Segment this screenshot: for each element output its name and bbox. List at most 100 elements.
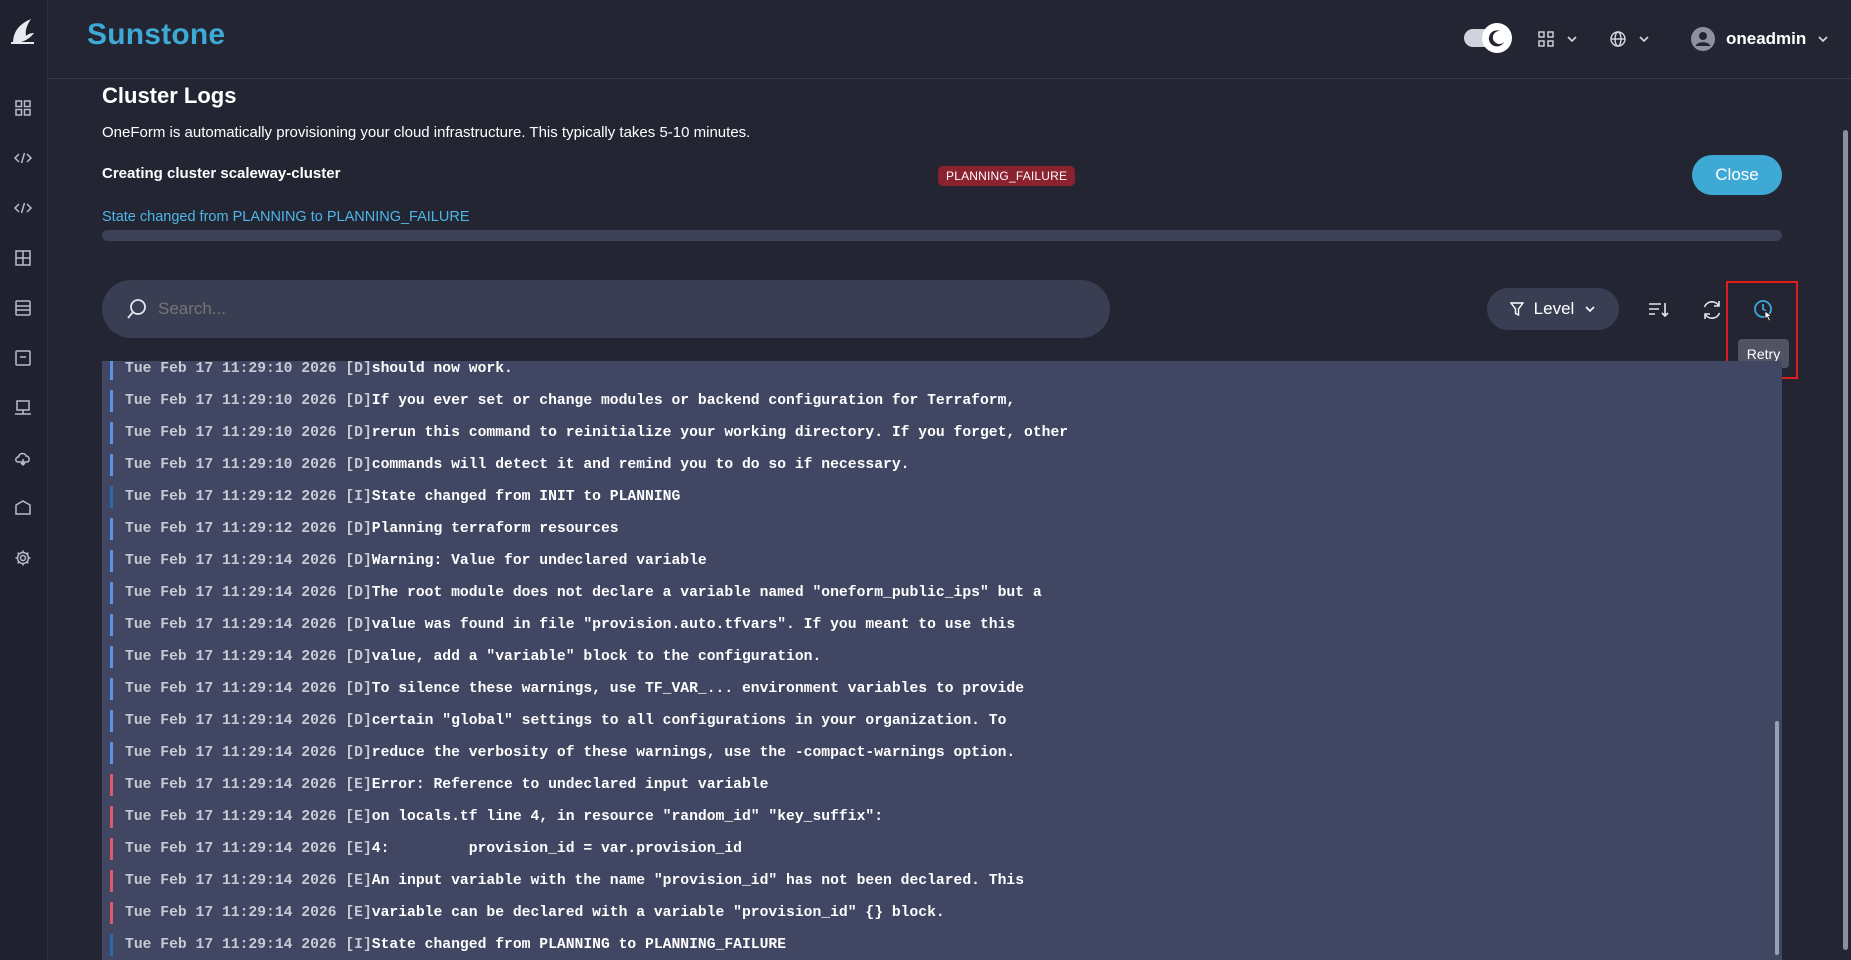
username-label: oneadmin xyxy=(1726,29,1807,48)
log-line: Tue Feb 17 11:29:10 2026 [D] rerun this c… xyxy=(110,422,1068,444)
log-level-bar xyxy=(110,614,113,636)
log-line: Tue Feb 17 11:29:14 2026 [D] value, add a… xyxy=(110,646,821,668)
log-line: Tue Feb 17 11:29:10 2026 [D] should now w… xyxy=(110,361,513,380)
brand-title[interactable]: Sunstone xyxy=(87,18,225,52)
theme-toggle[interactable] xyxy=(1464,21,1516,55)
creating-cluster-label: Creating cluster scaleway-cluster xyxy=(102,165,341,182)
log-timestamp: Tue Feb 17 11:29:14 2026 [E] xyxy=(125,841,372,857)
monitor-icon[interactable] xyxy=(13,398,33,418)
moon-icon xyxy=(1488,30,1504,47)
page-subtitle: OneForm is automatically provisioning yo… xyxy=(102,124,751,141)
log-line: Tue Feb 17 11:29:10 2026 [D] If you ever … xyxy=(110,390,1015,412)
code-icon[interactable] xyxy=(13,198,33,218)
log-line: Tue Feb 17 11:29:12 2026 [D] Planning ter… xyxy=(110,518,619,540)
toggle-knob xyxy=(1482,23,1512,53)
log-level-bar xyxy=(110,806,113,828)
log-level-bar xyxy=(110,390,113,412)
log-level-bar xyxy=(110,518,113,540)
log-level-bar xyxy=(110,934,113,956)
grid-icon[interactable] xyxy=(13,248,33,268)
log-level-bar xyxy=(110,550,113,572)
search-input[interactable] xyxy=(156,298,1060,320)
log-timestamp: Tue Feb 17 11:29:14 2026 [E] xyxy=(125,873,372,889)
cloud-icon[interactable] xyxy=(13,448,33,468)
log-timestamp: Tue Feb 17 11:29:14 2026 [D] xyxy=(125,713,372,729)
log-timestamp: Tue Feb 17 11:29:10 2026 [D] xyxy=(125,361,372,377)
log-line: Tue Feb 17 11:29:14 2026 [E] 4: provision… xyxy=(110,838,742,860)
log-level-bar xyxy=(110,902,113,924)
chevron-down-icon xyxy=(1585,306,1595,313)
log-line: Tue Feb 17 11:29:14 2026 [D] certain "glo… xyxy=(110,710,1006,732)
log-timestamp: Tue Feb 17 11:29:14 2026 [D] xyxy=(125,553,372,569)
user-menu-button[interactable]: oneadmin xyxy=(1690,24,1830,54)
search-icon xyxy=(127,299,146,319)
search-bar[interactable] xyxy=(102,280,1110,338)
apps-grid-icon xyxy=(1538,31,1554,47)
log-timestamp: Tue Feb 17 11:29:14 2026 [I] xyxy=(125,937,372,953)
log-message: The root module does not declare a varia… xyxy=(371,585,1042,601)
log-message: Planning terraform resources xyxy=(371,521,619,537)
log-line: Tue Feb 17 11:29:14 2026 [D] The root mod… xyxy=(110,582,1042,604)
log-message: value was found in file "provision.auto.… xyxy=(371,617,1016,633)
status-badge: PLANNING_FAILURE xyxy=(938,166,1076,186)
chevron-down-icon xyxy=(1567,36,1577,43)
log-level-bar xyxy=(110,361,113,380)
storage-icon[interactable] xyxy=(13,298,33,318)
page-scrollbar[interactable] xyxy=(1843,130,1848,950)
log-level-bar xyxy=(110,678,113,700)
log-scrollbar[interactable] xyxy=(1775,721,1779,955)
progress-bar xyxy=(102,230,1782,241)
archive-icon[interactable] xyxy=(13,348,33,368)
log-timestamp: Tue Feb 17 11:29:10 2026 [D] xyxy=(125,457,372,473)
log-message: Error: Reference to undeclared input var… xyxy=(371,777,769,793)
log-level-bar xyxy=(110,454,113,476)
language-menu-button[interactable] xyxy=(1609,24,1651,54)
filter-icon xyxy=(1509,302,1525,317)
log-timestamp: Tue Feb 17 11:29:14 2026 [D] xyxy=(125,649,372,665)
chevron-down-icon xyxy=(1639,36,1649,43)
log-level-bar xyxy=(110,582,113,604)
log-line: Tue Feb 17 11:29:14 2026 [D] Warning: Val… xyxy=(110,550,707,572)
opennebula-logo-icon[interactable] xyxy=(9,16,37,46)
level-filter-button[interactable]: Level xyxy=(1487,288,1619,330)
box-icon[interactable] xyxy=(13,498,33,518)
page-title: Cluster Logs xyxy=(102,83,237,108)
log-message: variable can be declared with a variable… xyxy=(371,905,945,921)
log-timestamp: Tue Feb 17 11:29:14 2026 [E] xyxy=(125,777,372,793)
log-message: on locals.tf line 4, in resource "random… xyxy=(371,809,884,825)
close-button[interactable]: Close xyxy=(1692,155,1782,195)
log-timestamp: Tue Feb 17 11:29:14 2026 [D] xyxy=(125,745,372,761)
log-timestamp: Tue Feb 17 11:29:12 2026 [I] xyxy=(125,489,372,505)
log-message: certain "global" settings to all configu… xyxy=(371,713,1007,729)
log-line: Tue Feb 17 11:29:14 2026 [E] An input var… xyxy=(110,870,1024,892)
log-timestamp: Tue Feb 17 11:29:14 2026 [E] xyxy=(125,905,372,921)
log-message: value, add a "variable" block to the con… xyxy=(371,649,822,665)
log-message: commands will detect it and remind you t… xyxy=(371,457,910,473)
dashboard-icon[interactable] xyxy=(13,98,33,118)
log-timestamp: Tue Feb 17 11:29:14 2026 [D] xyxy=(125,585,372,601)
log-message: State changed from PLANNING to PLANNING_… xyxy=(371,937,787,953)
log-timestamp: Tue Feb 17 11:29:14 2026 [E] xyxy=(125,809,372,825)
refresh-icon[interactable] xyxy=(1699,297,1725,323)
log-timestamp: Tue Feb 17 11:29:12 2026 [D] xyxy=(125,521,372,537)
log-level-bar xyxy=(110,422,113,444)
log-message: Warning: Value for undeclared variable xyxy=(371,553,707,569)
log-message: To silence these warnings, use TF_VAR_..… xyxy=(371,681,1025,697)
apps-menu-button[interactable] xyxy=(1537,24,1579,54)
log-line: Tue Feb 17 11:29:14 2026 [D] To silence t… xyxy=(110,678,1024,700)
top-bar: Sunstone oneadmin xyxy=(48,0,1851,79)
log-message: State changed from INIT to PLANNING xyxy=(371,489,681,505)
log-line: Tue Feb 17 11:29:14 2026 [E] Error: Refer… xyxy=(110,774,768,796)
log-level-bar xyxy=(110,742,113,764)
log-level-bar xyxy=(110,486,113,508)
log-line: Tue Feb 17 11:29:14 2026 [D] reduce the v… xyxy=(110,742,1015,764)
log-panel[interactable]: Tue Feb 17 11:29:10 2026 [D] should now w… xyxy=(102,361,1782,960)
log-line: Tue Feb 17 11:29:14 2026 [E] on locals.tf… xyxy=(110,806,883,828)
log-message: should now work. xyxy=(371,361,513,377)
sort-icon[interactable] xyxy=(1645,297,1671,323)
code-icon[interactable] xyxy=(13,148,33,168)
log-line: Tue Feb 17 11:29:10 2026 [D] commands wil… xyxy=(110,454,909,476)
log-line: Tue Feb 17 11:29:14 2026 [D] value was fo… xyxy=(110,614,1015,636)
gear-icon[interactable] xyxy=(13,548,33,568)
log-level-bar xyxy=(110,774,113,796)
